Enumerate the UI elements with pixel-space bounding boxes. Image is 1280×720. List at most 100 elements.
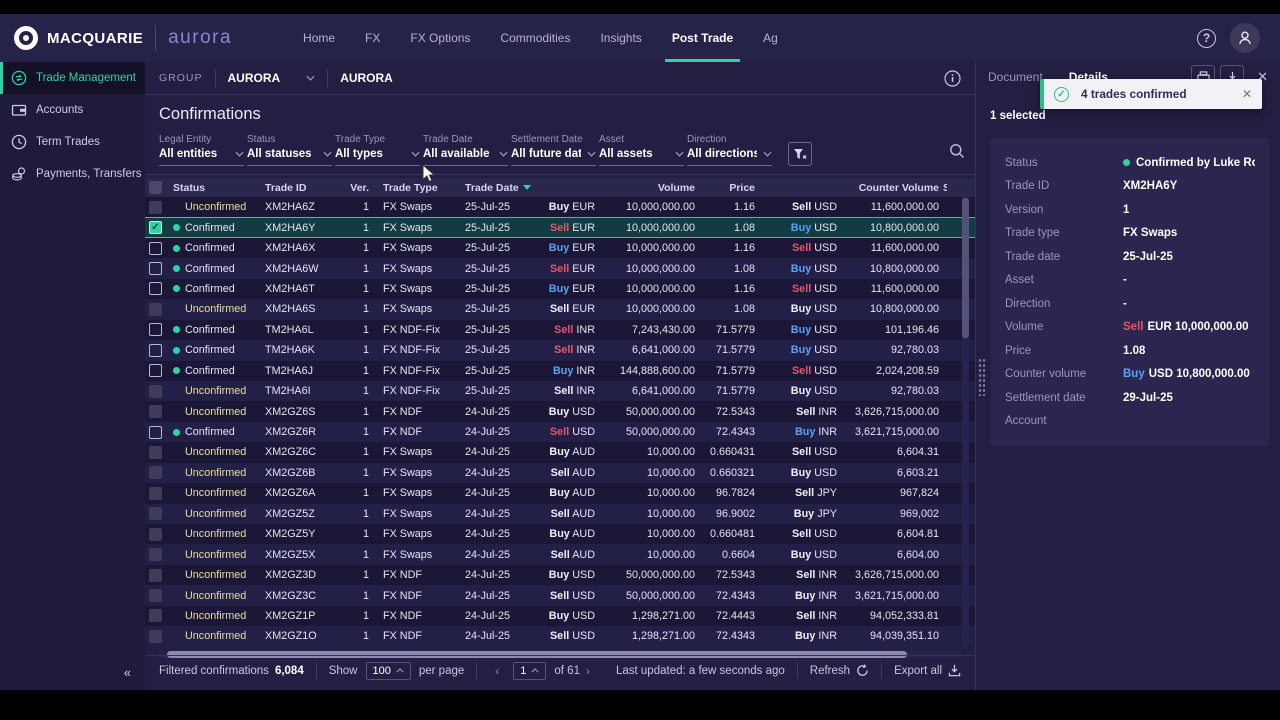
info-icon[interactable] xyxy=(944,70,961,87)
row-checkbox[interactable] xyxy=(149,528,162,541)
cell-direction: Sell EUR xyxy=(535,222,595,234)
table-row[interactable]: UnconfirmedXM2GZ5Z1FX Swaps24-Jul-25Sell… xyxy=(145,504,975,524)
cell-volume: 10,000.00 xyxy=(595,487,695,499)
filter-direction[interactable]: DirectionAll directions xyxy=(687,134,772,166)
column-header-version[interactable]: Ver. xyxy=(343,182,369,194)
clear-filters-button[interactable] xyxy=(788,142,812,166)
user-avatar[interactable] xyxy=(1230,23,1260,53)
row-checkbox[interactable] xyxy=(149,426,162,439)
table-row[interactable]: UnconfirmedTM2HA6I1FX NDF-Fix25-Jul-25Se… xyxy=(145,381,975,401)
row-checkbox[interactable] xyxy=(149,262,162,275)
row-checkbox[interactable] xyxy=(149,507,162,520)
table-row[interactable]: UnconfirmedXM2GZ5X1FX Swaps24-Jul-25Sell… xyxy=(145,544,975,564)
row-checkbox[interactable] xyxy=(149,630,162,643)
table-row[interactable]: UnconfirmedXM2GZ6B1FX Swaps24-Jul-25Sell… xyxy=(145,463,975,483)
nav-item-commodities[interactable]: Commodities xyxy=(485,14,585,62)
vertical-scrollbar-thumb[interactable] xyxy=(962,198,969,338)
cell-trade-date: 25-Jul-25 xyxy=(453,344,535,356)
table-row[interactable]: ConfirmedXM2HA6X1FX Swaps25-Jul-25Buy EU… xyxy=(145,238,975,258)
table-row[interactable]: UnconfirmedXM2HA6Z1FX Swaps25-Jul-25Buy … xyxy=(145,197,975,217)
row-checkbox[interactable] xyxy=(149,609,162,622)
group-selector[interactable]: AURORA xyxy=(228,71,316,85)
table-row[interactable]: UnconfirmedXM2GZ6S1FX NDF24-Jul-25Buy US… xyxy=(145,401,975,421)
sidebar-item-payments-transfers[interactable]: Payments, Transfers & ... xyxy=(0,158,145,190)
row-checkbox[interactable] xyxy=(149,466,162,479)
nav-item-fx[interactable]: FX xyxy=(350,14,395,62)
cell-trade-type: FX Swaps xyxy=(369,446,453,458)
table-row[interactable]: ConfirmedTM2HA6K1FX NDF-Fix25-Jul-25Sell… xyxy=(145,340,975,360)
row-checkbox[interactable]: ✓ xyxy=(149,221,162,234)
table-row[interactable]: UnconfirmedXM2GZ3D1FX NDF24-Jul-25Buy US… xyxy=(145,565,975,585)
prev-page-button[interactable]: ‹ xyxy=(495,664,499,678)
page-total-label: of 61 xyxy=(554,665,580,677)
column-header-trade-date[interactable]: Trade Date xyxy=(453,182,535,194)
filter-trade-type[interactable]: Trade TypeAll types xyxy=(335,134,420,166)
column-header-price[interactable]: Price xyxy=(695,182,755,194)
row-checkbox[interactable] xyxy=(149,323,162,336)
nav-item-ag[interactable]: Ag xyxy=(748,14,793,62)
row-checkbox[interactable] xyxy=(149,344,162,357)
row-checkbox[interactable] xyxy=(149,242,162,255)
detail-field-counter-volume: Counter volumeBuyUSD 10,800,000.00 xyxy=(1005,363,1255,387)
panel-resize-handle[interactable] xyxy=(978,358,986,396)
page-size-select[interactable]: 100 xyxy=(366,662,411,680)
cell-counter-volume: 10,800,000.00 xyxy=(837,303,939,315)
tab-document[interactable]: Document xyxy=(988,62,1043,92)
column-header-status[interactable]: Status xyxy=(173,182,265,194)
next-page-button[interactable]: › xyxy=(586,664,590,678)
table-row[interactable]: ✓ConfirmedXM2HA6Y1FX Swaps25-Jul-25Sell … xyxy=(145,217,975,237)
export-all-button[interactable]: Export all xyxy=(894,664,961,677)
sidebar-collapse-button[interactable]: « xyxy=(124,665,131,680)
row-checkbox[interactable] xyxy=(149,405,162,418)
filter-trade-date[interactable]: Trade DateAll available xyxy=(423,134,508,166)
filter-asset[interactable]: AssetAll assets xyxy=(599,134,684,166)
page-number-select[interactable]: 1 xyxy=(513,662,546,680)
select-all-checkbox[interactable] xyxy=(149,181,162,194)
row-checkbox[interactable] xyxy=(149,385,162,398)
filter-status[interactable]: StatusAll statuses xyxy=(247,134,332,166)
table-row[interactable]: ConfirmedXM2HA6T1FX Swaps25-Jul-25Buy EU… xyxy=(145,279,975,299)
search-icon[interactable] xyxy=(949,143,965,164)
column-header-trade-type[interactable]: Trade Type xyxy=(369,182,453,194)
sidebar-item-trade-management[interactable]: Trade Management xyxy=(0,62,145,94)
column-header-counter-volume[interactable]: Counter Volume xyxy=(837,182,939,194)
filter-legal-entity[interactable]: Legal EntityAll entities xyxy=(159,134,244,166)
cell-trade-type: FX Swaps xyxy=(369,201,453,213)
column-header-volume[interactable]: Volume xyxy=(595,182,695,194)
table-row[interactable]: ConfirmedTM2HA6J1FX NDF-Fix25-Jul-25Buy … xyxy=(145,361,975,381)
toast-close-icon[interactable]: ✕ xyxy=(1242,87,1252,101)
table-row[interactable]: UnconfirmedXM2GZ5Y1FX Swaps24-Jul-25Buy … xyxy=(145,524,975,544)
nav-item-fx-options[interactable]: FX Options xyxy=(395,14,485,62)
filter-settlement-date[interactable]: Settlement DateAll future dat... xyxy=(511,134,596,166)
sidebar-item-term-trades[interactable]: Term Trades xyxy=(0,126,145,158)
table-row[interactable]: UnconfirmedXM2GZ3C1FX NDF24-Jul-25Sell U… xyxy=(145,585,975,605)
row-checkbox[interactable] xyxy=(149,446,162,459)
cell-trade-id: XM2GZ6S xyxy=(265,406,343,418)
table-row[interactable]: UnconfirmedXM2HA6S1FX Swaps25-Jul-25Sell… xyxy=(145,299,975,319)
table-row[interactable]: UnconfirmedXM2GZ1O1FX NDF24-Jul-25Sell U… xyxy=(145,626,975,646)
table-row[interactable]: ConfirmedXM2GZ6R1FX NDF24-Jul-25Sell USD… xyxy=(145,422,975,442)
table-row[interactable]: UnconfirmedXM2GZ1P1FX NDF24-Jul-25Buy US… xyxy=(145,606,975,626)
refresh-button[interactable]: Refresh xyxy=(810,664,869,677)
column-header-trade-id[interactable]: Trade ID xyxy=(265,182,343,194)
row-checkbox[interactable] xyxy=(149,282,162,295)
nav-item-home[interactable]: Home xyxy=(288,14,350,62)
row-checkbox[interactable] xyxy=(149,303,162,316)
nav-item-post-trade[interactable]: Post Trade xyxy=(657,14,748,62)
table-row[interactable]: UnconfirmedXM2GZ6C1FX Swaps24-Jul-25Buy … xyxy=(145,442,975,462)
row-checkbox[interactable] xyxy=(149,569,162,582)
refresh-label: Refresh xyxy=(810,665,850,677)
table-row[interactable]: ConfirmedXM2HA6W1FX Swaps25-Jul-25Sell E… xyxy=(145,258,975,278)
row-checkbox[interactable] xyxy=(149,364,162,377)
help-icon[interactable]: ? xyxy=(1197,29,1216,48)
table-row[interactable]: UnconfirmedXM2GZ6A1FX Swaps24-Jul-25Buy … xyxy=(145,483,975,503)
row-checkbox[interactable] xyxy=(149,487,162,500)
cell-counter-direction: Buy JPY xyxy=(755,508,837,520)
table-vertical-scrollbar[interactable] xyxy=(962,197,969,647)
table-row[interactable]: ConfirmedTM2HA6L1FX NDF-Fix25-Jul-25Sell… xyxy=(145,320,975,340)
nav-item-insights[interactable]: Insights xyxy=(585,14,656,62)
row-checkbox[interactable] xyxy=(149,589,162,602)
row-checkbox[interactable] xyxy=(149,548,162,561)
row-checkbox[interactable] xyxy=(149,201,162,214)
sidebar-item-accounts[interactable]: Accounts xyxy=(0,94,145,126)
